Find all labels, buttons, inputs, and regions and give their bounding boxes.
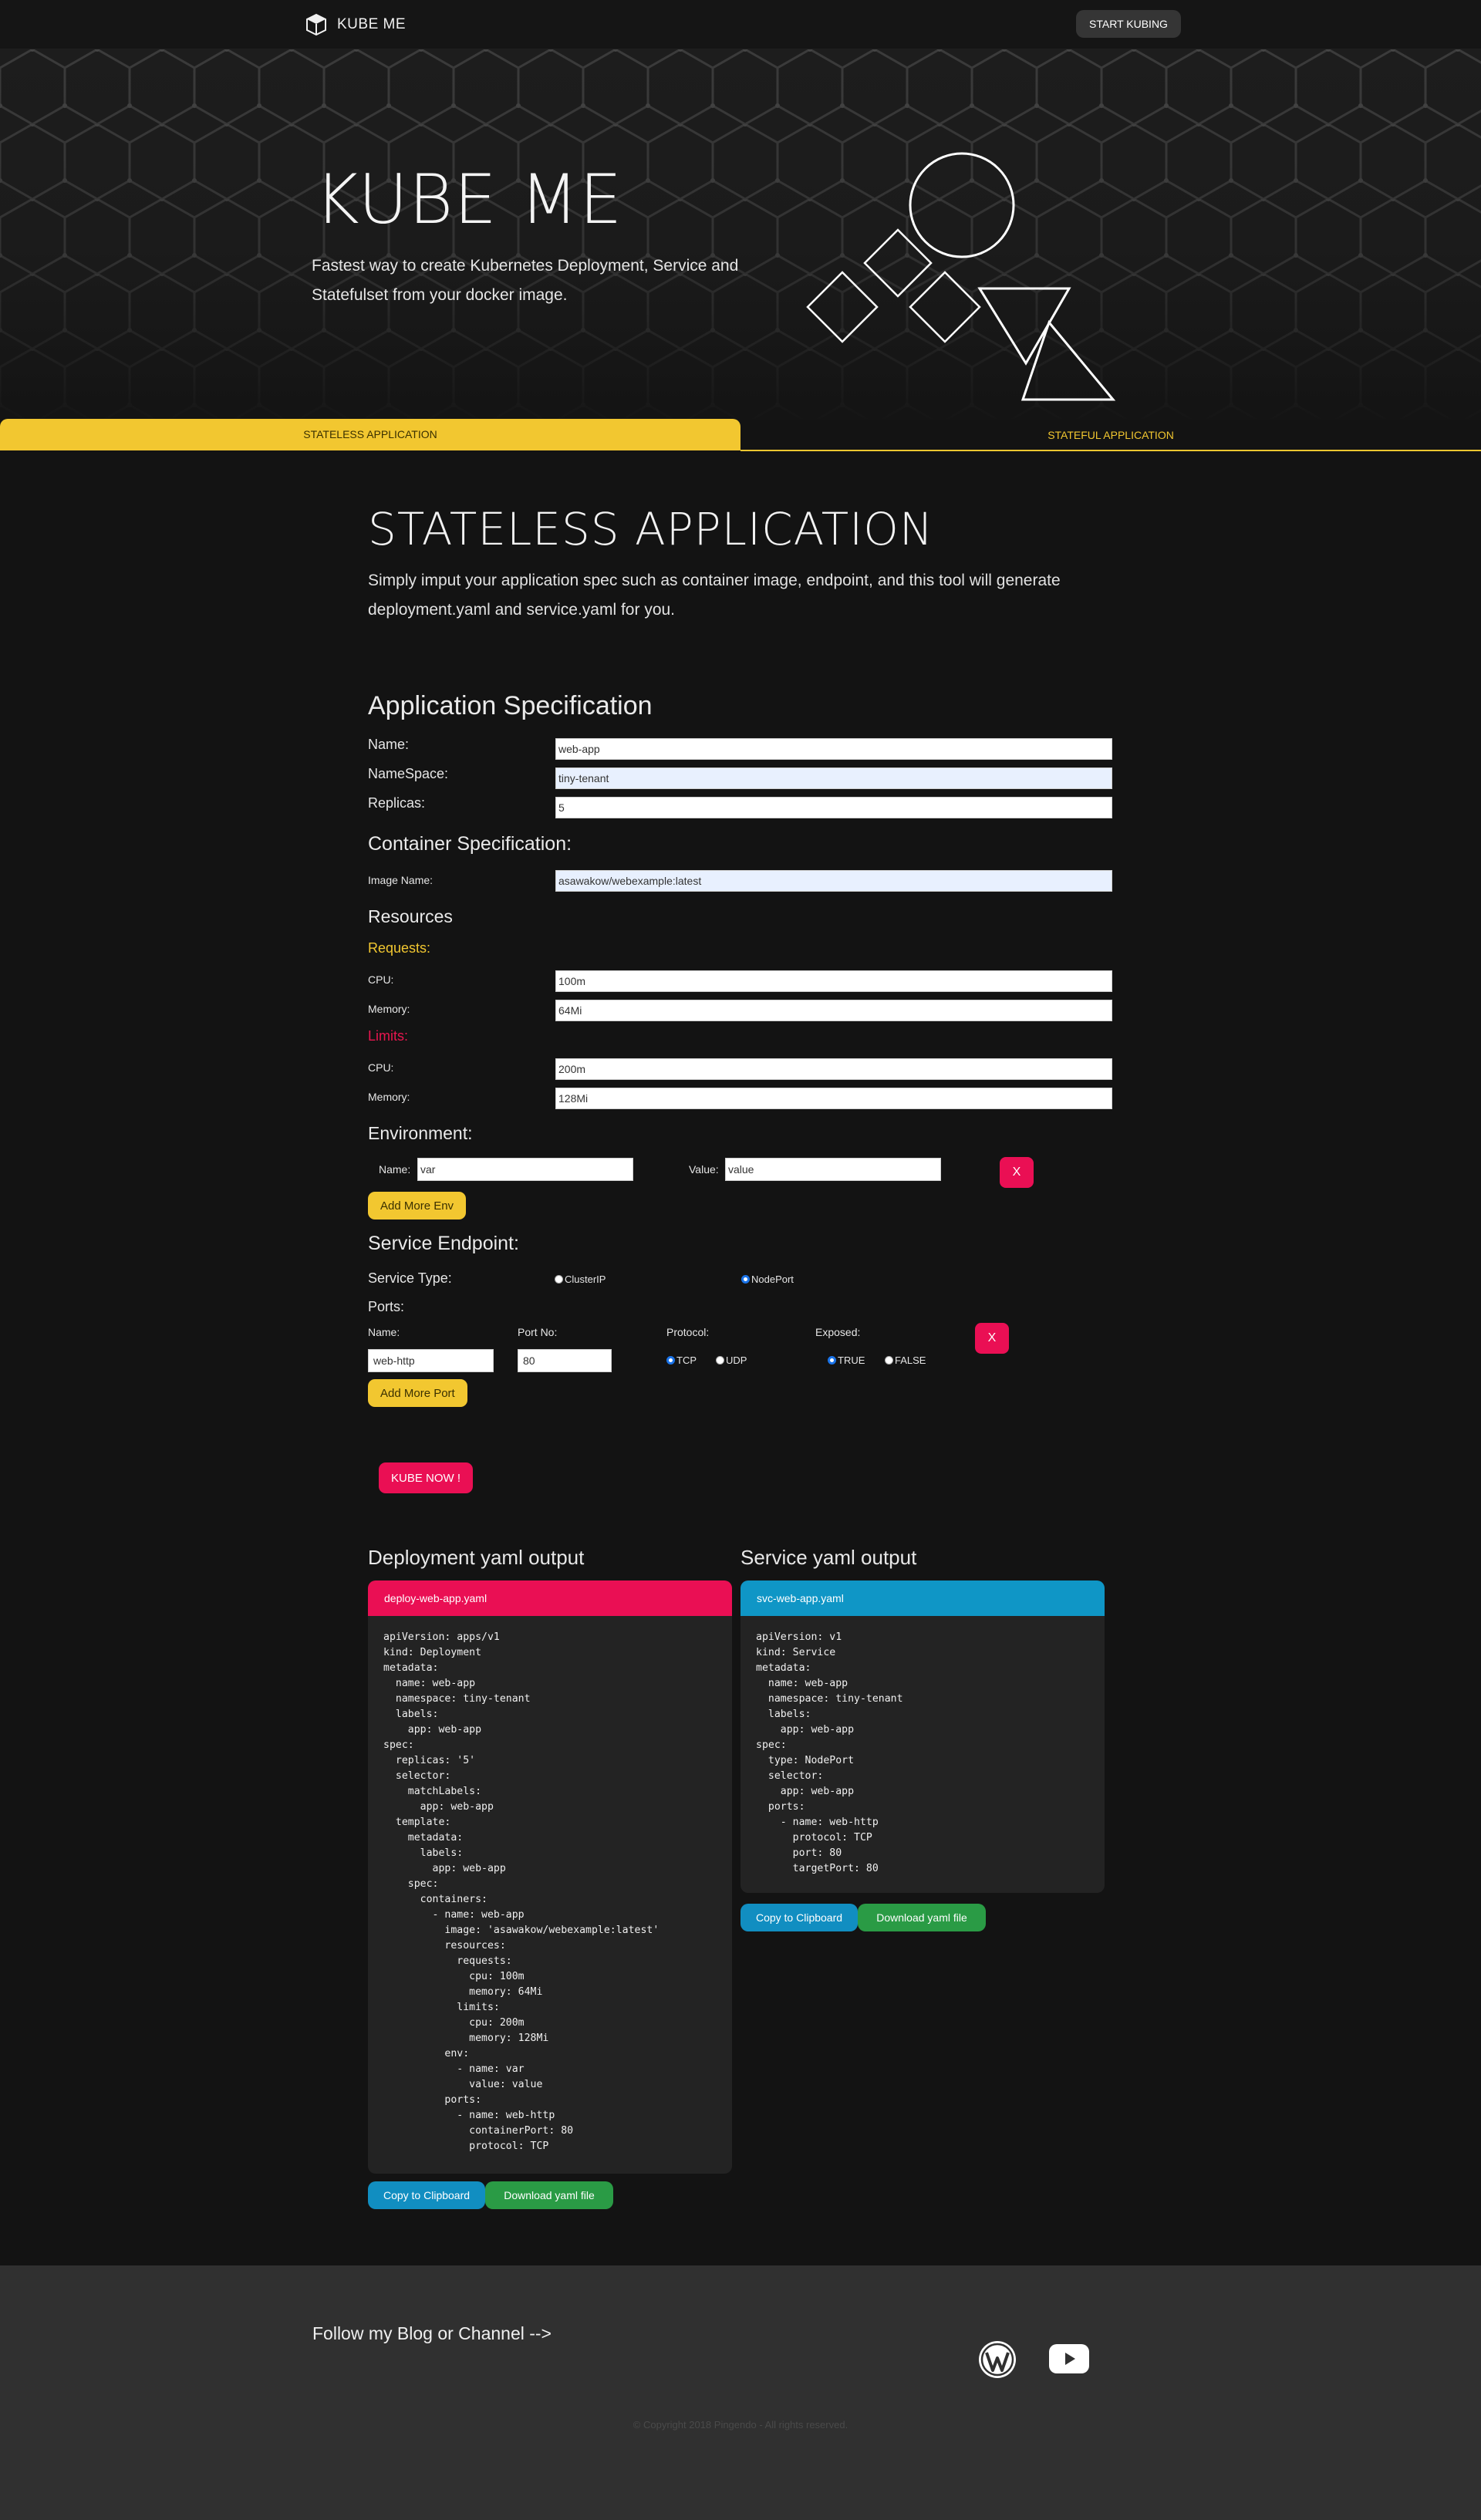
exposed-false-radio[interactable]: FALSE <box>885 1354 926 1366</box>
limits-label: Limits: <box>368 1028 409 1044</box>
section-title: STATELESS APPLICATION <box>368 503 934 555</box>
deployment-download-button[interactable]: Download yaml file <box>485 2181 613 2209</box>
protocol-udp-radio[interactable]: UDP <box>716 1354 747 1366</box>
hero-title: KUBE ME <box>315 160 623 239</box>
requests-memory-label: Memory: <box>368 1003 410 1015</box>
service-endpoint-heading: Service Endpoint: <box>368 1233 519 1254</box>
requests-cpu-input[interactable] <box>555 970 1112 992</box>
cube-logo-icon <box>306 13 326 36</box>
service-type-nodeport-radio[interactable]: NodePort <box>741 1273 794 1285</box>
limits-cpu-label: CPU: <box>368 1061 394 1074</box>
remove-env-button[interactable]: X <box>1000 1157 1034 1188</box>
service-type-clusterip-radio[interactable]: ClusterIP <box>555 1273 606 1285</box>
follow-text: Follow my Blog or Channel --> <box>312 2323 552 2343</box>
replicas-input[interactable] <box>555 797 1112 818</box>
radio-tcp-selected[interactable] <box>666 1356 675 1365</box>
radio-true-selected[interactable] <box>828 1356 836 1365</box>
env-name-label: Name: <box>379 1163 411 1176</box>
footer: Follow my Blog or Channel --> © Copyrigh… <box>0 2265 1481 2520</box>
radio-nodeport-selected[interactable] <box>741 1275 750 1284</box>
ports-label: Ports: <box>368 1299 405 1314</box>
environment-heading: Environment: <box>368 1123 473 1143</box>
port-name-column-label: Name: <box>368 1326 400 1338</box>
service-yaml-code[interactable]: apiVersion: v1 kind: Service metadata: n… <box>740 1616 1105 1892</box>
wordpress-icon[interactable] <box>977 2340 1017 2380</box>
copyright-text: © Copyright 2018 Pingendo - All rights r… <box>633 2419 848 2431</box>
service-filename: svc-web-app.yaml <box>740 1580 1105 1616</box>
port-number-column-label: Port No: <box>518 1326 558 1338</box>
hero-section: KUBE ME Fastest way to create Kubernetes… <box>0 49 1481 420</box>
service-copy-button[interactable]: Copy to Clipboard <box>740 1904 858 1931</box>
limits-memory-input[interactable] <box>555 1088 1112 1109</box>
tab-stateless-application[interactable]: STATELESS APPLICATION <box>0 419 740 450</box>
top-navbar: KUBE ME START KUBING <box>0 0 1481 49</box>
env-value-input[interactable] <box>725 1158 941 1181</box>
image-name-input[interactable] <box>555 870 1112 892</box>
service-output-title: Service yaml output <box>740 1546 917 1569</box>
limits-memory-label: Memory: <box>368 1091 410 1103</box>
image-name-label: Image Name: <box>368 874 434 886</box>
kube-now-button[interactable]: KUBE NOW ! <box>379 1462 473 1493</box>
hero-subtitle: Fastest way to create Kubernetes Deploym… <box>312 257 739 304</box>
brand-label: KUBE ME <box>337 16 407 32</box>
env-name-input[interactable] <box>417 1158 633 1181</box>
exposed-column-label: Exposed: <box>815 1326 861 1338</box>
protocol-column-label: Protocol: <box>666 1326 710 1338</box>
add-more-env-button[interactable]: Add More Env <box>368 1192 467 1220</box>
limits-cpu-input[interactable] <box>555 1058 1112 1080</box>
add-more-port-button[interactable]: Add More Port <box>368 1379 467 1407</box>
namespace-input[interactable] <box>555 767 1112 789</box>
section-description: Simply imput your application spec such … <box>368 572 1061 619</box>
deployment-yaml-card: deploy-web-app.yaml apiVersion: apps/v1 … <box>368 1580 732 2174</box>
remove-port-button[interactable]: X <box>975 1323 1009 1354</box>
protocol-tcp-radio[interactable]: TCP <box>666 1354 697 1366</box>
exposed-true-radio[interactable]: TRUE <box>828 1354 865 1366</box>
app-spec-heading: Application Specification <box>368 691 653 720</box>
env-value-label: Value: <box>689 1163 719 1176</box>
deployment-output-title: Deployment yaml output <box>368 1546 585 1569</box>
requests-label: Requests: <box>368 940 431 956</box>
container-spec-heading: Container Specification: <box>368 833 572 855</box>
tab-stateful-application[interactable]: STATEFUL APPLICATION <box>740 419 1481 451</box>
deployment-filename: deploy-web-app.yaml <box>368 1580 732 1616</box>
radio-false[interactable] <box>885 1356 893 1365</box>
service-yaml-card: svc-web-app.yaml apiVersion: v1 kind: Se… <box>740 1580 1105 1893</box>
youtube-icon[interactable] <box>1049 2344 1089 2373</box>
radio-clusterip[interactable] <box>555 1275 563 1284</box>
brand[interactable]: KUBE ME <box>305 13 406 36</box>
name-input[interactable] <box>555 738 1112 760</box>
radio-udp[interactable] <box>716 1356 724 1365</box>
start-kubing-button[interactable]: START KUBING <box>1076 10 1181 38</box>
requests-cpu-label: CPU: <box>368 973 394 986</box>
namespace-label: NameSpace: <box>368 766 449 781</box>
deployment-yaml-code[interactable]: apiVersion: apps/v1 kind: Deployment met… <box>368 1616 732 2170</box>
service-type-label: Service Type: <box>368 1270 452 1286</box>
geometric-shapes-illustration <box>806 152 1116 401</box>
requests-memory-input[interactable] <box>555 1000 1112 1021</box>
deployment-copy-button[interactable]: Copy to Clipboard <box>368 2181 485 2209</box>
port-name-input[interactable] <box>368 1349 494 1372</box>
resources-heading: Resources <box>368 906 453 926</box>
replicas-label: Replicas: <box>368 795 426 811</box>
port-number-input[interactable] <box>518 1349 612 1372</box>
name-label: Name: <box>368 737 410 752</box>
service-download-button[interactable]: Download yaml file <box>858 1904 986 1931</box>
